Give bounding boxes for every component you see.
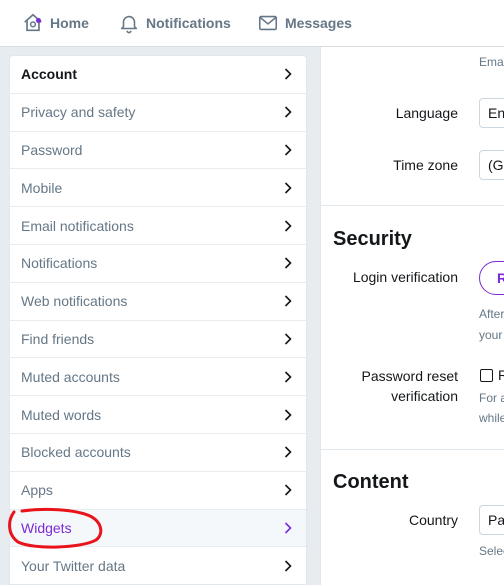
- login-verification-button[interactable]: R: [479, 261, 504, 295]
- login-help-line-2: your: [479, 328, 503, 342]
- chevron-right-icon: [284, 333, 292, 345]
- settings-menu: Account Privacy and safety Password Mobile E…: [9, 55, 307, 585]
- password-reset-checkbox[interactable]: [480, 369, 493, 382]
- sidebar-item-mobile[interactable]: Mobile: [10, 169, 306, 208]
- sidebar-item-muted-words[interactable]: Muted words: [10, 396, 306, 434]
- sidebar-item-muted-accounts[interactable]: Muted accounts: [10, 358, 306, 397]
- sidebar-item-account[interactable]: Account: [10, 56, 306, 94]
- nav-messages[interactable]: Messages: [257, 10, 352, 36]
- sidebar-item-label: Find friends: [21, 330, 95, 347]
- password-reset-checkbox-text: R: [498, 367, 504, 383]
- sidebar-item-apps[interactable]: Apps: [10, 472, 306, 510]
- email-hint: Emai: [479, 55, 504, 69]
- content-title: Content: [333, 471, 409, 493]
- chevron-right-icon: [284, 144, 292, 156]
- password-reset-label-2: verification: [391, 388, 458, 404]
- chevron-right-icon: [284, 446, 292, 458]
- security-title: Security: [333, 228, 412, 250]
- sidebar-item-widgets[interactable]: Widgets: [10, 509, 306, 548]
- nav-messages-label: Messages: [285, 15, 352, 31]
- sidebar-item-label: Muted accounts: [21, 368, 120, 385]
- sidebar-item-label: Muted words: [21, 406, 102, 423]
- chevron-right-icon: [284, 68, 292, 80]
- country-label: Country: [408, 512, 458, 528]
- language-label: Language: [395, 105, 458, 121]
- chevron-right-icon: [284, 408, 292, 421]
- sidebar-item-find-friends[interactable]: Find friends: [10, 321, 306, 359]
- timezone-select[interactable]: (G: [479, 150, 504, 180]
- sidebar-item-label: Notifications: [21, 255, 98, 272]
- chevron-right-icon: [284, 484, 292, 496]
- chevron-right-icon: [284, 182, 292, 194]
- sidebar-item-label: Apps: [21, 482, 53, 499]
- nav-home-label: Home: [50, 15, 89, 31]
- sidebar-item-label: Email notifications: [21, 217, 134, 234]
- country-select[interactable]: Pa: [479, 505, 504, 535]
- chevron-right-icon: [284, 371, 292, 383]
- sidebar-item-label: Password: [21, 141, 83, 158]
- sidebar-item-blocked-accounts[interactable]: Blocked accounts: [10, 434, 306, 472]
- sidebar-item-label: Privacy and safety: [21, 104, 136, 121]
- language-select[interactable]: En: [479, 98, 504, 128]
- sidebar-item-web-notifications[interactable]: Web notifications: [10, 283, 306, 321]
- chevron-right-icon: [284, 295, 292, 307]
- sidebar-item-email-notifications[interactable]: Email notifications: [10, 207, 306, 245]
- country-help: Selec: [479, 544, 504, 558]
- sidebar-item-label: Your Twitter data: [21, 557, 126, 574]
- sidebar-item-notifications[interactable]: Notifications: [10, 245, 306, 283]
- language-value: En: [488, 105, 504, 121]
- chevron-right-icon: [284, 560, 292, 572]
- password-reset-label-1: Password reset: [361, 368, 458, 384]
- sidebar-item-label: Blocked accounts: [21, 444, 131, 461]
- nav-notifications[interactable]: Notifications: [118, 10, 231, 36]
- chevron-right-icon: [284, 220, 292, 232]
- password-help-line-1: For a: [479, 391, 504, 405]
- login-verification-label: Login verification: [352, 269, 458, 285]
- login-verification-button-label: R: [497, 270, 504, 286]
- chevron-right-icon: [284, 257, 292, 269]
- top-navigation-bar: Home Notifications Messages: [0, 0, 504, 47]
- login-help-line-1: After: [479, 307, 504, 321]
- sidebar-item-your-twitter-data[interactable]: Your Twitter data: [10, 547, 306, 584]
- timezone-value: (G: [488, 157, 504, 173]
- divider-security: [321, 205, 504, 206]
- nav-home[interactable]: Home: [22, 10, 89, 36]
- bell-icon: [120, 15, 138, 34]
- sidebar-item-privacy-and-safety[interactable]: Privacy and safety: [10, 94, 306, 132]
- password-help-line-2: while: [479, 411, 504, 425]
- home-icon: [24, 13, 42, 32]
- country-value: Pa: [488, 512, 504, 528]
- sidebar-item-label: Mobile: [21, 179, 63, 196]
- sidebar-item-password[interactable]: Password: [10, 132, 306, 170]
- sidebar-item-label: Account: [21, 66, 77, 83]
- timezone-label: Time zone: [393, 157, 458, 173]
- sidebar-item-label: Widgets: [21, 519, 72, 536]
- divider-content: [321, 449, 504, 450]
- chevron-right-icon: [284, 106, 292, 118]
- envelope-icon: [258, 15, 278, 31]
- sidebar-item-label: Web notifications: [21, 293, 128, 310]
- settings-content-panel: Emai Language En Time zone (G Security L…: [320, 47, 504, 585]
- nav-notifications-label: Notifications: [146, 15, 231, 31]
- unread-dot: [36, 18, 41, 23]
- chevron-right-icon: [284, 522, 292, 534]
